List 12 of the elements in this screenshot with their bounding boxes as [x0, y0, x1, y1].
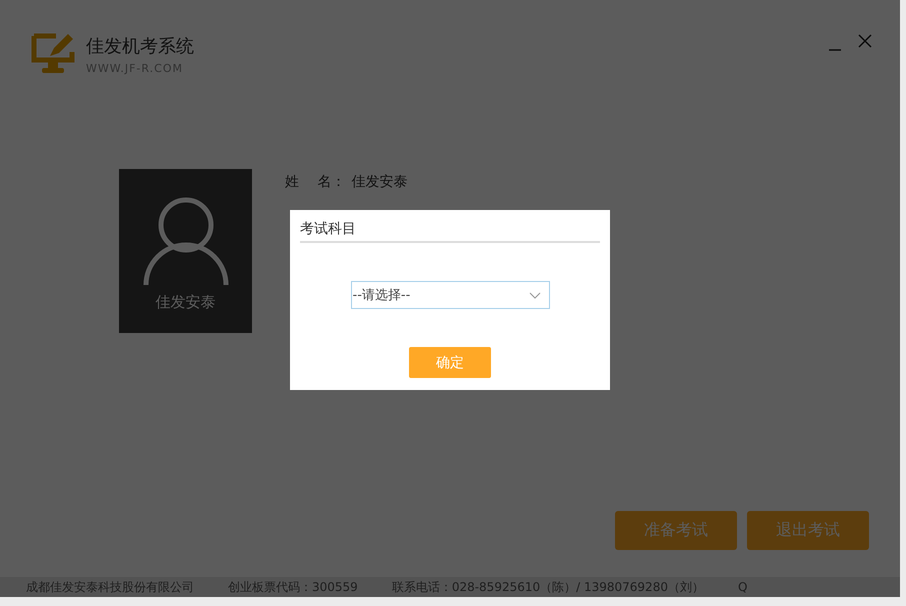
- close-icon[interactable]: [858, 34, 872, 48]
- confirm-button[interactable]: 确定: [409, 347, 491, 378]
- action-button[interactable]: 准备考试: [615, 511, 737, 550]
- field-label: 姓 名：: [285, 173, 346, 191]
- app-title: 佳发机考系统: [86, 35, 194, 58]
- field-value: 佳发安泰: [351, 173, 408, 191]
- subject-select[interactable]: --请选择--: [350, 281, 550, 309]
- chevron-down-icon: [528, 292, 540, 298]
- person-silhouette-icon: [140, 197, 230, 287]
- dialog-title: 考试科目: [300, 220, 600, 243]
- action-button[interactable]: 退出考试: [747, 511, 869, 550]
- photo-caption: 佳发安泰: [156, 293, 216, 312]
